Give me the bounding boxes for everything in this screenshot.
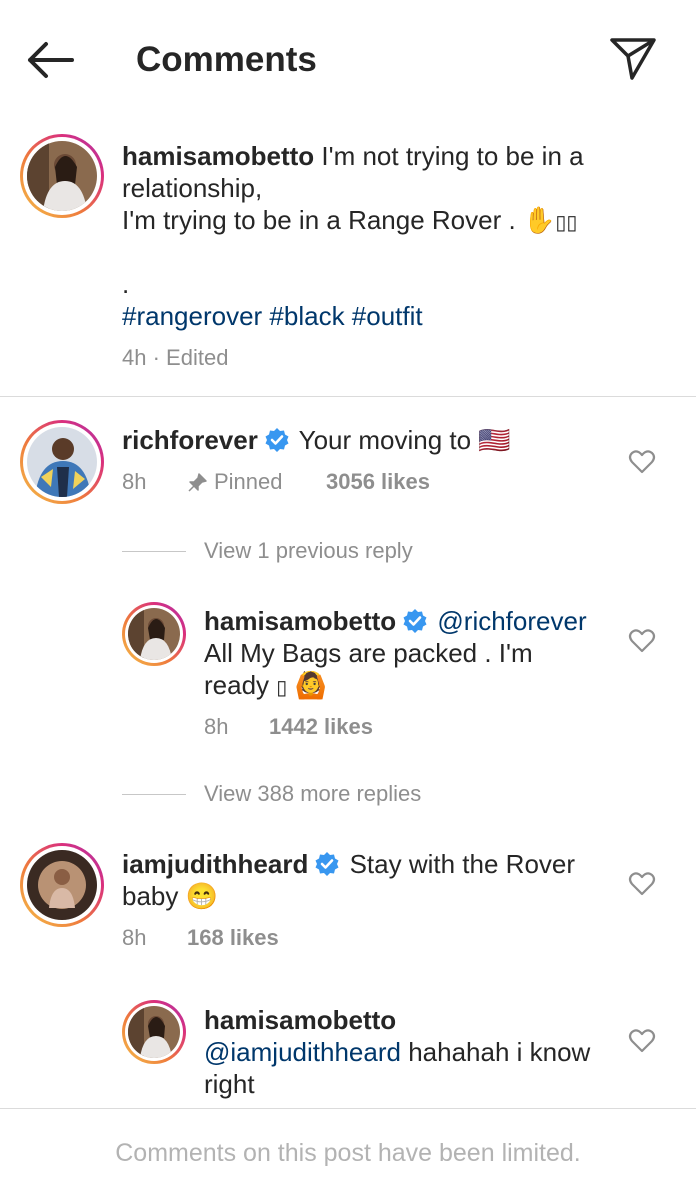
caption-text: I'm not trying to be in a [321, 141, 584, 171]
caption-time: 4h [122, 345, 147, 370]
avatar-image [27, 427, 97, 497]
missing-glyph: ▯ [276, 677, 288, 699]
caption-username[interactable]: hamisamobetto [122, 141, 314, 171]
avatar-image [27, 141, 97, 211]
heart-icon[interactable] [628, 448, 656, 474]
comment-avatar[interactable] [20, 420, 104, 504]
caption-line-3: I'm trying to be in a Range Rover . ✋▯▯ [122, 205, 578, 235]
reply-mention[interactable]: @richforever [437, 606, 586, 636]
reply-line-3: ready ▯ 🙆 [204, 670, 327, 700]
caption-line-1: hamisamobetto I'm not trying to be in a [122, 140, 584, 172]
verified-badge-icon [403, 609, 427, 633]
divider-line [122, 794, 186, 795]
comment-avatar[interactable] [20, 843, 104, 927]
comment-likes[interactable]: 168 likes [187, 924, 279, 952]
reply-likes[interactable]: 1442 likes [269, 713, 373, 741]
caption-edited: · Edited [152, 345, 229, 370]
reply-username: hamisamobetto [204, 1005, 397, 1035]
comments-limited-bar: Comments on this post have been limited. [0, 1108, 696, 1201]
reply-line-2: @iamjudithheard hahahah i know [204, 1036, 590, 1068]
avatar-image [128, 1006, 180, 1058]
verified-badge-icon [265, 428, 289, 452]
arrow-left-icon[interactable] [24, 38, 76, 82]
caption-dot: . [122, 269, 130, 299]
caption-divider [0, 396, 696, 397]
comment-time: 8h [122, 469, 147, 494]
comment-username[interactable]: richforever [122, 425, 258, 455]
reply-avatar[interactable] [122, 602, 186, 666]
comment-meta: 8h [122, 468, 146, 496]
paper-plane-icon[interactable] [608, 34, 658, 82]
person-gesturing-emoji: 🙆 [294, 670, 327, 700]
caption-line-2: relationship, [122, 173, 263, 203]
reply-line-1: hamisamobetto @richforever [204, 605, 587, 637]
reply-line-3: right [204, 1069, 255, 1099]
reply-mention[interactable]: @iamjudithheard [204, 1037, 401, 1067]
reply-username[interactable]: hamisamobetto [204, 606, 396, 636]
caption-avatar[interactable] [20, 134, 104, 218]
caption-meta: 4h · Edited [122, 344, 228, 372]
divider-line [122, 551, 186, 552]
avatar-image [128, 608, 180, 660]
comment-text: Stay with the Rover [349, 849, 576, 879]
comments-limited-text: Comments on this post have been limited. [115, 1139, 581, 1167]
heart-icon[interactable] [628, 1027, 656, 1053]
missing-glyph: ▯▯ [555, 212, 578, 234]
comment-likes[interactable]: 3056 likes [326, 468, 430, 496]
view-previous-replies[interactable]: View 1 previous reply [204, 537, 413, 565]
heart-icon[interactable] [628, 870, 656, 896]
comment-text: Your moving to [298, 425, 472, 455]
heart-icon[interactable] [628, 627, 656, 653]
comment-username[interactable]: iamjudithheard [122, 849, 308, 879]
reply-avatar[interactable] [122, 1000, 186, 1064]
comment-line: richforever Your moving to 🇺🇸 [122, 424, 511, 456]
reply-line-2: All My Bags are packed . I'm [204, 638, 533, 668]
caption-hashtags[interactable]: #rangerover #black #outfit [122, 300, 423, 332]
reply-text: hahahah i know [408, 1037, 591, 1067]
view-more-replies[interactable]: View 388 more replies [204, 780, 421, 808]
verified-badge-icon [315, 852, 339, 876]
pin-icon [188, 473, 207, 492]
header: Comments [0, 0, 696, 120]
comment-line-2: baby 😁 [122, 881, 218, 911]
comment-time: 8h [122, 925, 147, 950]
us-flag-emoji: 🇺🇸 [478, 425, 511, 455]
reply-time: 8h [204, 714, 229, 739]
page-title: Comments [136, 40, 317, 79]
avatar-image [27, 850, 97, 920]
comment-line: iamjudithheard Stay with the Rover [122, 848, 575, 880]
raised-hand-emoji: ✋ [522, 205, 556, 235]
pinned-label: Pinned [214, 469, 283, 494]
grinning-emoji: 😁 [185, 881, 218, 911]
